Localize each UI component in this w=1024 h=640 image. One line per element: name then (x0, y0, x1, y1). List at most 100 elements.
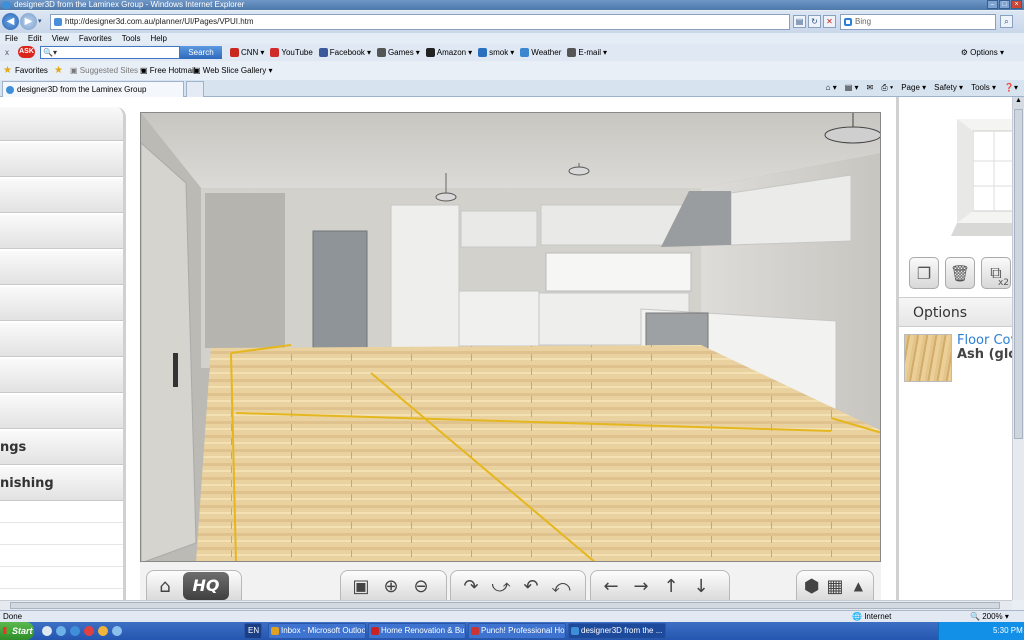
tab-designer3d[interactable]: designer3D from the Laminex Group (2, 81, 184, 97)
left-panel-row[interactable] (0, 359, 123, 393)
favorites-button[interactable]: Favorites (15, 62, 48, 80)
compatibility-view-icon[interactable]: ▤ (793, 15, 806, 28)
zoom-out-icon[interactable]: ⊖ (409, 574, 433, 598)
rotate-up-icon[interactable]: ↷ (459, 574, 483, 598)
scroll-up-icon[interactable]: ▲ (1013, 97, 1024, 109)
zoom-in-icon[interactable]: ⊕ (379, 574, 403, 598)
floor-material-swatch[interactable] (904, 334, 952, 382)
search-go-button[interactable]: ⌕ (1000, 15, 1013, 28)
task-punch-professional[interactable]: Punch! Professional Hom... (468, 623, 566, 639)
left-panel-row[interactable] (0, 395, 123, 429)
quicklaunch-ie-icon[interactable] (70, 626, 80, 636)
close-window-button[interactable]: × (1011, 0, 1022, 9)
horizontal-scrollbar[interactable] (0, 600, 1012, 610)
quicklaunch-clock-icon[interactable] (42, 626, 52, 636)
ask-link-facebook[interactable]: Facebook ▾ (318, 44, 371, 61)
hq-render-button[interactable]: HQ (183, 572, 229, 600)
refresh-button[interactable]: ↻ (808, 15, 821, 28)
item-thumbnail[interactable] (951, 111, 1012, 236)
ask-link-smok[interactable]: smok ▾ (478, 44, 514, 61)
zoom-level[interactable]: 🔍 200% ▾ (970, 611, 1009, 622)
menu-tools[interactable]: Tools (122, 33, 141, 44)
copy-item-icon[interactable]: ❐ (909, 257, 939, 289)
ask-search-input[interactable]: 🔍▾ (40, 46, 180, 59)
mail-icon[interactable]: ✉ (867, 80, 874, 96)
ask-search-button[interactable]: Search (180, 46, 222, 59)
back-button[interactable]: ◀ (2, 13, 19, 30)
left-panel-row[interactable] (0, 179, 123, 213)
close-toolbar-icon[interactable]: x (5, 44, 9, 61)
grid-icon[interactable]: ▦ (824, 574, 845, 598)
fav-free-hotmail[interactable]: ▣ Free Hotmail (140, 62, 196, 80)
pan-up-icon[interactable]: ↑ (659, 574, 683, 598)
menu-view[interactable]: View (52, 33, 69, 44)
task-outlook[interactable]: Inbox - Microsoft Outlook (268, 623, 366, 639)
options-header[interactable]: Options (899, 297, 1012, 327)
ask-link-weather[interactable]: Weather (520, 44, 561, 61)
task-designer3d[interactable]: designer3D from the ... (568, 623, 666, 639)
rotate-down-icon[interactable]: ⤻ (489, 574, 513, 598)
3d-view-icon[interactable]: ⬢ (801, 574, 822, 598)
ask-options-button[interactable]: ⚙ Options ▾ (961, 44, 1004, 61)
left-panel-row[interactable] (0, 215, 123, 249)
zoom-extents-icon[interactable]: ▣ (349, 574, 373, 598)
duplicate-x2-icon[interactable]: ⧉ x2 (981, 257, 1011, 289)
quicklaunch-icon[interactable] (112, 626, 122, 636)
rotate-right-icon[interactable]: ⤺ (549, 574, 573, 598)
delete-trash-icon[interactable]: 🗑 (945, 257, 975, 289)
menu-file[interactable]: File (5, 33, 18, 44)
cmd-safety[interactable]: Safety ▾ (934, 80, 963, 96)
task-home-renovation[interactable]: Home Renovation & Build... (368, 623, 466, 639)
clock[interactable]: 5:30 PM (993, 626, 1023, 635)
favorites-star-icon[interactable]: ★ (3, 62, 12, 80)
fav-suggested-sites[interactable]: ▣ Suggested Sites ▾ (70, 62, 144, 80)
expand-up-icon[interactable]: ▲ (848, 574, 869, 598)
pan-left-icon[interactable]: ← (599, 574, 623, 598)
add-favorite-icon[interactable]: ★ (54, 62, 63, 80)
address-bar[interactable]: http://designer3d.com.au/planner/UI/Page… (50, 14, 790, 30)
ask-link-amazon[interactable]: Amazon ▾ (425, 44, 472, 61)
vertical-scroll-thumb[interactable] (1014, 109, 1023, 439)
quicklaunch-icon[interactable] (56, 626, 66, 636)
pan-right-icon[interactable]: → (629, 574, 653, 598)
home-icon[interactable]: ⌂ ▾ (826, 80, 837, 96)
quicklaunch-opera-icon[interactable] (84, 626, 94, 636)
horizontal-scroll-thumb[interactable] (10, 602, 1000, 609)
ask-link-cnn[interactable]: CNN ▾ (230, 44, 264, 61)
bing-search-input[interactable]: Bing (840, 14, 996, 30)
start-button[interactable]: Start (0, 622, 34, 640)
fav-web-slice-gallery[interactable]: ▣ Web Slice Gallery ▾ (193, 62, 272, 80)
ask-link-youtube[interactable]: YouTube (270, 44, 313, 61)
maximize-button[interactable]: □ (999, 0, 1010, 9)
quicklaunch-smiley-icon[interactable] (98, 626, 108, 636)
3d-viewport[interactable] (140, 112, 881, 562)
menu-help[interactable]: Help (150, 33, 166, 44)
cmd-page[interactable]: Page ▾ (901, 80, 926, 96)
home-view-icon[interactable]: ⌂ (153, 574, 177, 598)
left-panel-row[interactable] (0, 107, 123, 141)
history-dropdown-icon[interactable]: ▾ (38, 17, 42, 25)
rotate-left-icon[interactable]: ↶ (519, 574, 543, 598)
print-icon[interactable]: ⎙ ▾ (881, 80, 893, 96)
new-tab-button[interactable] (186, 81, 204, 97)
left-panel-row-finishing[interactable]: nishing (0, 467, 123, 501)
floor-covering-title[interactable]: Floor Cove (957, 333, 1012, 348)
ask-link-email[interactable]: E-mail ▾ (567, 44, 607, 61)
vertical-scrollbar[interactable]: ▲ (1012, 97, 1024, 600)
help-icon[interactable]: ❓▾ (1004, 80, 1018, 96)
left-panel-row-settings[interactable]: ngs (0, 431, 123, 465)
pan-down-icon[interactable]: ↓ (689, 574, 713, 598)
menu-favorites[interactable]: Favorites (79, 33, 112, 44)
left-panel-row[interactable] (0, 251, 123, 285)
left-panel-row[interactable] (0, 143, 123, 177)
feeds-icon[interactable]: ▤ ▾ (845, 80, 859, 96)
language-indicator[interactable]: EN (244, 623, 262, 639)
forward-button[interactable]: ▶ (20, 13, 37, 30)
stop-button[interactable]: ✕ (823, 15, 836, 28)
minimize-button[interactable]: – (987, 0, 998, 9)
ask-logo[interactable]: ASK (18, 46, 35, 58)
menu-edit[interactable]: Edit (28, 33, 42, 44)
left-panel-row[interactable] (0, 287, 123, 321)
left-panel-row[interactable] (0, 323, 123, 357)
ask-link-games[interactable]: Games ▾ (376, 44, 420, 61)
